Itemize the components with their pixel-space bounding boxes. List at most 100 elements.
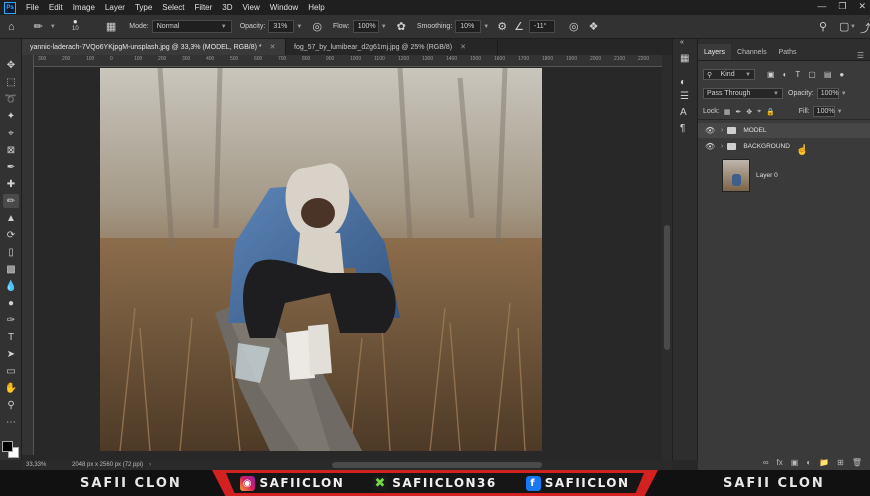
brush-size-picker[interactable]: ● 10 bbox=[72, 17, 79, 32]
share-icon[interactable]: ⤴ bbox=[860, 20, 870, 36]
pen-tool-icon[interactable]: ✑ bbox=[3, 313, 19, 327]
chevron-down-icon[interactable]: ▼ bbox=[837, 109, 843, 115]
vertical-scrollbar[interactable] bbox=[662, 55, 672, 460]
airbrush-icon[interactable]: ✿ bbox=[397, 20, 406, 33]
menu-filter[interactable]: Filter bbox=[190, 3, 218, 12]
paragraph-icon[interactable]: ¶ bbox=[680, 123, 685, 134]
brush-tool-preset-icon[interactable]: ✏ bbox=[34, 20, 43, 33]
search-icon[interactable]: ⚲ bbox=[819, 20, 827, 33]
menu-select[interactable]: Select bbox=[157, 3, 189, 12]
chevron-down-icon[interactable]: ▼ bbox=[483, 24, 489, 30]
crop-tool-icon[interactable]: ⌖ bbox=[3, 126, 19, 140]
frame-tool-icon[interactable]: ⊠ bbox=[3, 143, 19, 157]
adjustments-icon[interactable]: ◐ bbox=[680, 77, 686, 88]
eye-icon[interactable]: 👁 bbox=[705, 142, 715, 151]
eye-icon[interactable]: 👁 bbox=[705, 126, 715, 135]
lasso-tool-icon[interactable]: ➰ bbox=[3, 92, 19, 106]
character-icon[interactable]: A bbox=[680, 107, 687, 118]
menu-3d[interactable]: 3D bbox=[217, 3, 237, 12]
chevron-down-icon[interactable]: ▼ bbox=[296, 24, 302, 30]
pressure-size-icon[interactable]: ◎ bbox=[569, 20, 579, 33]
brush-tool-icon[interactable]: ✏ bbox=[3, 194, 19, 208]
mode-select[interactable]: Normal ▼ bbox=[151, 20, 232, 33]
document-image[interactable] bbox=[100, 68, 542, 451]
marquee-tool-icon[interactable]: ⬚ bbox=[3, 75, 19, 89]
clone-stamp-tool-icon[interactable]: ▲ bbox=[3, 211, 19, 225]
close-window-icon[interactable]: ✕ bbox=[858, 1, 866, 12]
path-selection-tool-icon[interactable]: ➤ bbox=[3, 347, 19, 361]
filter-type-icon[interactable]: T bbox=[795, 70, 800, 79]
menu-window[interactable]: Window bbox=[265, 3, 303, 12]
zoom-level[interactable]: 33,33% bbox=[26, 462, 64, 468]
close-icon[interactable]: ✕ bbox=[270, 43, 276, 51]
blend-mode-select[interactable]: Pass Through ▼ bbox=[703, 88, 783, 99]
chevron-down-icon[interactable]: ▼ bbox=[381, 24, 387, 30]
layer-item-layer-0[interactable]: Layer 0 bbox=[698, 157, 870, 193]
more-tools-icon[interactable]: ⋯ bbox=[3, 415, 19, 429]
filter-toggle-icon[interactable]: ● bbox=[839, 70, 844, 79]
lock-transparent-icon[interactable]: ▦ bbox=[724, 108, 731, 116]
type-tool-icon[interactable]: T bbox=[3, 330, 19, 344]
horizontal-scroll-thumb[interactable] bbox=[332, 462, 542, 468]
restore-icon[interactable]: ❐ bbox=[838, 1, 846, 12]
opacity-input[interactable]: 31% bbox=[268, 20, 295, 33]
eyedropper-tool-icon[interactable]: ✒ bbox=[3, 160, 19, 174]
canvas-area[interactable] bbox=[34, 67, 662, 455]
blur-tool-icon[interactable]: 💧 bbox=[3, 279, 19, 293]
document-tab[interactable]: yannic-laderach-7VQo6YKjpgM-unsplash.jpg… bbox=[22, 39, 286, 55]
flow-input[interactable]: 100% bbox=[352, 20, 379, 33]
layer-item-model[interactable]: 👁 › MODEL bbox=[698, 123, 870, 138]
filter-shape-icon[interactable]: ▢ bbox=[808, 70, 816, 79]
chevron-right-icon[interactable]: › bbox=[721, 127, 723, 134]
tab-channels[interactable]: Channels bbox=[731, 44, 773, 60]
chevron-down-icon[interactable]: ▼ bbox=[850, 24, 856, 30]
libraries-icon[interactable]: ▦ bbox=[680, 53, 689, 64]
rectangle-tool-icon[interactable]: ▭ bbox=[3, 364, 19, 378]
tab-layers[interactable]: Layers bbox=[698, 44, 732, 60]
angle-input[interactable]: -11° bbox=[528, 20, 555, 33]
status-menu-icon[interactable]: › bbox=[149, 462, 151, 468]
zoom-tool-icon[interactable]: ⚲ bbox=[3, 398, 19, 412]
layer-opacity-input[interactable]: 100% bbox=[816, 88, 839, 99]
pressure-opacity-icon[interactable]: ◎ bbox=[312, 20, 322, 33]
hand-tool-icon[interactable]: ✋ bbox=[3, 381, 19, 395]
menu-image[interactable]: Image bbox=[68, 3, 100, 12]
lock-all-icon[interactable]: 🔒 bbox=[766, 108, 775, 116]
lock-brush-icon[interactable]: ✒ bbox=[735, 108, 741, 116]
new-group-icon[interactable]: 📁 bbox=[819, 458, 829, 467]
add-mask-icon[interactable]: ▣ bbox=[791, 458, 799, 467]
chevron-down-icon[interactable]: ▼ bbox=[50, 24, 56, 30]
layer-fill-input[interactable]: 100% bbox=[812, 106, 835, 117]
dodge-tool-icon[interactable]: ● bbox=[3, 296, 19, 310]
lock-position-icon[interactable]: ✥ bbox=[746, 108, 752, 116]
adjustment-layer-icon[interactable]: ◐ bbox=[806, 458, 811, 467]
chevron-right-icon[interactable]: › bbox=[721, 143, 723, 150]
brush-settings-icon[interactable]: ▦ bbox=[106, 20, 116, 33]
filter-kind-select[interactable]: ⚲ Kind ▼ bbox=[703, 69, 755, 80]
filter-pixel-icon[interactable]: ▣ bbox=[767, 70, 775, 79]
history-brush-tool-icon[interactable]: ⟳ bbox=[3, 228, 19, 242]
menu-help[interactable]: Help bbox=[303, 3, 329, 12]
lock-artboard-icon[interactable]: ⌖ bbox=[757, 108, 761, 116]
gradient-tool-icon[interactable]: ▩ bbox=[3, 262, 19, 276]
filter-smart-object-icon[interactable]: ▤ bbox=[824, 70, 832, 79]
healing-brush-tool-icon[interactable]: ✚ bbox=[3, 177, 19, 191]
gear-icon[interactable]: ⚙ bbox=[497, 20, 507, 33]
menu-type[interactable]: Type bbox=[130, 3, 157, 12]
delete-layer-icon[interactable]: 🗑 bbox=[852, 458, 862, 467]
menu-layer[interactable]: Layer bbox=[100, 3, 130, 12]
filter-adjustment-icon[interactable]: ◐ bbox=[783, 70, 788, 79]
new-layer-icon[interactable]: ⊞ bbox=[837, 458, 844, 467]
home-icon[interactable]: ⌂ bbox=[8, 21, 15, 33]
symmetry-icon[interactable]: ❖ bbox=[589, 20, 599, 33]
eraser-tool-icon[interactable]: ▯ bbox=[3, 245, 19, 259]
collapse-panels-icon[interactable]: « bbox=[680, 39, 684, 46]
panel-menu-icon[interactable]: ☰ bbox=[857, 51, 864, 60]
menu-file[interactable]: File bbox=[21, 3, 44, 12]
minimize-icon[interactable]: — bbox=[817, 1, 826, 12]
workspace-icon[interactable]: ▢ bbox=[839, 20, 849, 33]
layer-item-background[interactable]: 👁 › BACKGROUND ☝ bbox=[698, 139, 870, 156]
layer-style-icon[interactable]: fx bbox=[777, 458, 783, 467]
document-tab[interactable]: fog_57_by_lumibear_d2g61mj.jpg @ 25% (RG… bbox=[286, 39, 498, 55]
menu-edit[interactable]: Edit bbox=[44, 3, 68, 12]
